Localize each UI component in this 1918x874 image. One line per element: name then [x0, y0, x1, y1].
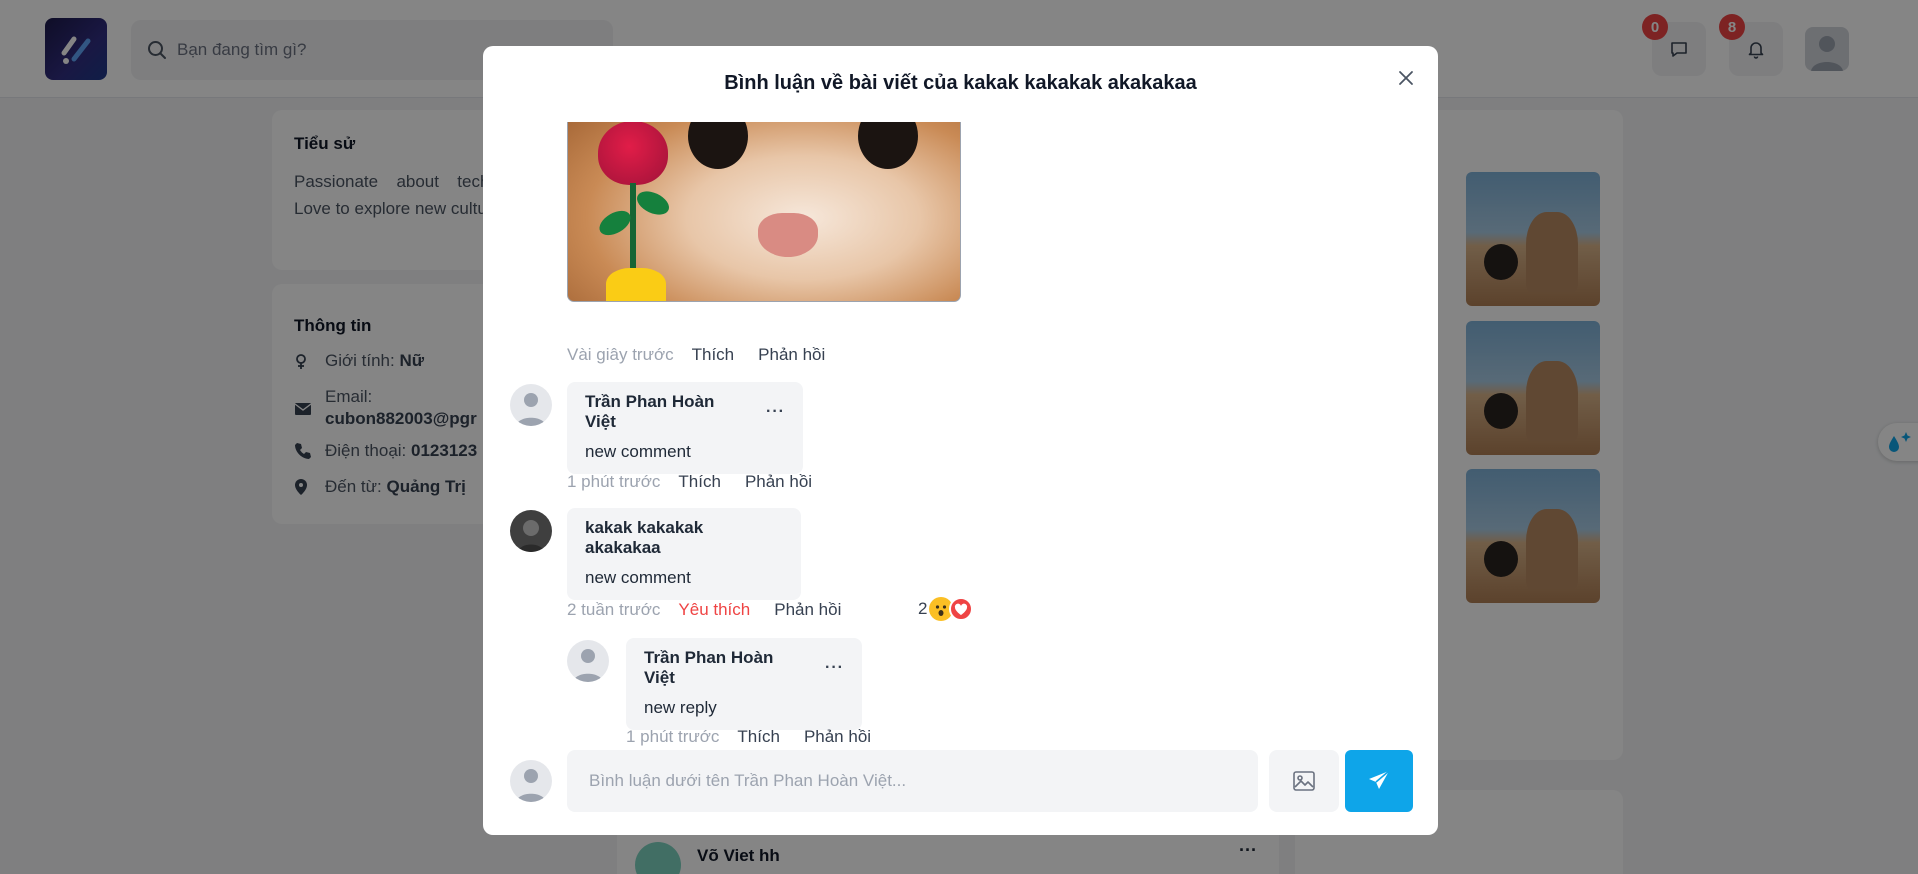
more-icon[interactable]: ··· — [825, 659, 844, 677]
avatar-placeholder-icon — [516, 393, 546, 426]
comment-time: Vài giây trước — [567, 345, 674, 364]
reply-avatar[interactable] — [567, 640, 609, 682]
image-icon — [1293, 771, 1315, 791]
comment-time: 2 tuần trước — [567, 600, 661, 619]
comment-actions: 1 phút trước Thích Phản hồi — [567, 472, 836, 492]
reaction-count: 2 — [918, 599, 928, 618]
comment-bubble: kakak kakakak akakakaa new comment — [567, 508, 801, 600]
comment-text: new comment — [585, 568, 691, 587]
composer-avatar — [510, 760, 552, 802]
like-button[interactable]: Thích — [678, 472, 721, 492]
love-button[interactable]: Yêu thích — [678, 600, 750, 620]
comment-bubble: Trần Phan Hoàn Việt ··· new comment — [567, 382, 803, 474]
modal-title: Bình luận về bài viết của kakak kakakak … — [724, 72, 1197, 94]
attach-image-button[interactable] — [1269, 750, 1339, 812]
comment-author[interactable]: Trần Phan Hoàn Việt — [585, 392, 736, 432]
comment-avatar[interactable] — [510, 510, 552, 552]
like-button[interactable]: Thích — [737, 727, 780, 747]
close-icon — [1399, 71, 1413, 85]
comments-list[interactable]: Vài giây trước Thích Phản hồi Trần Phan … — [483, 122, 1438, 762]
comment-text: new comment — [585, 442, 691, 461]
comment-input-placeholder: Bình luận dưới tên Trần Phan Hoàn Việt..… — [589, 771, 907, 790]
avatar-placeholder-icon — [516, 769, 546, 802]
reply-button[interactable]: Phản hồi — [758, 345, 825, 365]
reply-author[interactable]: Trần Phan Hoàn Việt — [644, 648, 795, 688]
reply-time: 1 phút trước — [626, 727, 720, 746]
reply-bubble: Trần Phan Hoàn Việt ··· new reply — [626, 638, 862, 730]
send-button[interactable] — [1345, 750, 1413, 812]
heart-emoji-icon — [949, 597, 974, 621]
reply-button[interactable]: Phản hồi — [774, 600, 841, 620]
like-button[interactable]: Thích — [692, 345, 735, 365]
image-comment-actions: Vài giây trước Thích Phản hồi — [567, 345, 849, 365]
more-icon[interactable]: ··· — [766, 403, 785, 421]
comment-composer: Bình luận dưới tên Trần Phan Hoàn Việt..… — [483, 750, 1438, 820]
comment-time: 1 phút trước — [567, 472, 661, 491]
avatar-placeholder-icon — [573, 649, 603, 682]
comment-avatar[interactable] — [510, 384, 552, 426]
comments-modal: Bình luận về bài viết của kakak kakakak … — [483, 46, 1438, 835]
reaction-summary[interactable]: 2 — [918, 597, 974, 621]
comment-input[interactable]: Bình luận dưới tên Trần Phan Hoàn Việt..… — [567, 750, 1258, 812]
comment-image[interactable] — [567, 122, 961, 302]
reply-button[interactable]: Phản hồi — [745, 472, 812, 492]
reply-actions: 1 phút trước Thích Phản hồi — [626, 727, 895, 747]
comment-author[interactable]: kakak kakakak akakakaa — [585, 518, 783, 558]
close-button[interactable] — [1394, 66, 1418, 90]
send-icon — [1369, 770, 1390, 789]
reply-text: new reply — [644, 698, 717, 717]
comment-actions: 2 tuần trước Yêu thích Phản hồi — [567, 600, 865, 620]
reply-button[interactable]: Phản hồi — [804, 727, 871, 747]
